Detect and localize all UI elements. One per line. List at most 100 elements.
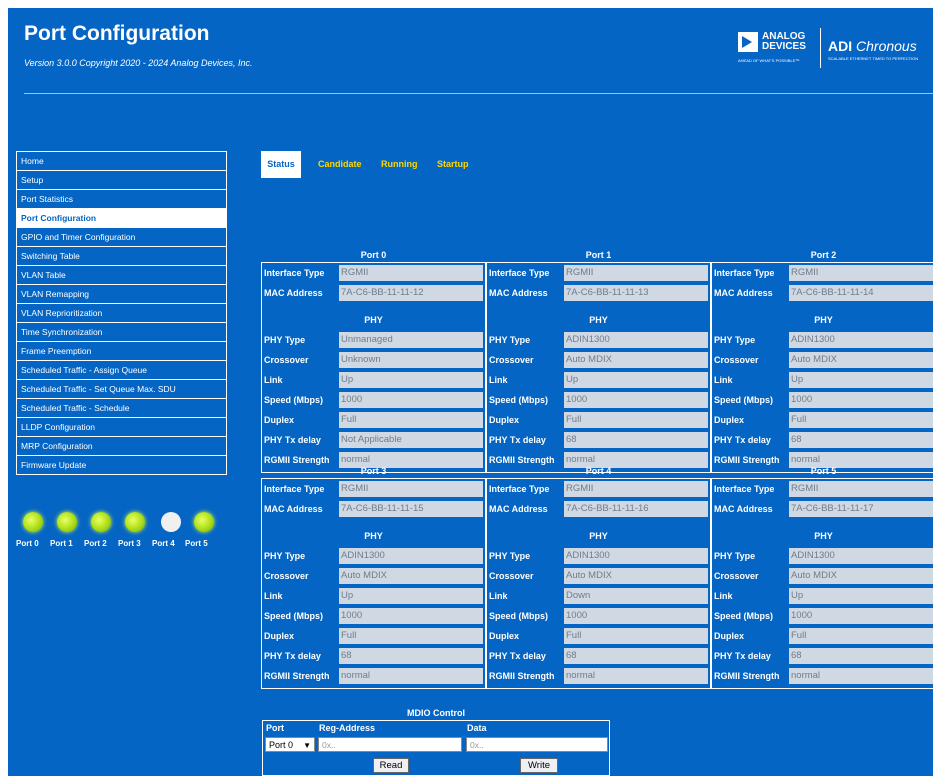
mac-address-value: 7A-C6-BB-11-11-17: [789, 501, 933, 517]
link-value: Up: [789, 588, 933, 604]
phy-tx-delay-row: PHY Tx delay 68: [713, 431, 933, 449]
sidebar-item-firmware-update[interactable]: Firmware Update: [17, 456, 226, 474]
port-5-panel: Port 5 Interface Type RGMII MAC Address 7A-C…: [711, 464, 933, 689]
port-led-3: [125, 512, 145, 532]
link-row: Link Up: [488, 371, 709, 389]
duplex-value: Full: [789, 412, 933, 428]
logo-chronous-brand: ADI: [828, 38, 853, 54]
phy-tx-delay-value: Not Applicable: [339, 432, 483, 448]
sidebar-item-scheduled-traffic-set-queue-max-sdu[interactable]: Scheduled Traffic - Set Queue Max. SDU: [17, 380, 226, 399]
mac-address-label: MAC Address: [264, 504, 323, 514]
phy-tx-delay-label: PHY Tx delay: [489, 435, 546, 445]
phy-type-value: ADIN1300: [339, 548, 483, 564]
duplex-row: Duplex Full: [488, 627, 709, 645]
speed-row: Speed (Mbps) 1000: [713, 607, 933, 625]
tab-running[interactable]: Running: [381, 151, 421, 178]
analog-devices-logo-icon: [738, 32, 758, 52]
rgmii-strength-value: normal: [564, 668, 708, 684]
crossover-value: Auto MDIX: [789, 568, 933, 584]
speed-label: Speed (Mbps): [714, 611, 774, 621]
mdio-port-select[interactable]: Port 0 ▼: [265, 737, 315, 752]
sidebar-item-scheduled-traffic-assign-queue[interactable]: Scheduled Traffic - Assign Queue: [17, 361, 226, 380]
phy-tx-delay-label: PHY Tx delay: [264, 651, 321, 661]
interface-type-row: Interface Type RGMII: [263, 264, 484, 282]
interface-type-row: Interface Type RGMII: [263, 480, 484, 498]
link-value: Up: [339, 372, 483, 388]
sidebar-item-time-synchronization[interactable]: Time Synchronization: [17, 323, 226, 342]
phy-tx-delay-row: PHY Tx delay 68: [713, 647, 933, 665]
sidebar-item-vlan-remapping[interactable]: VLAN Remapping: [17, 285, 226, 304]
mac-address-row: MAC Address 7A-C6-BB-11-11-14: [713, 284, 933, 302]
rgmii-strength-row: RGMII Strength normal: [488, 667, 709, 685]
port-title: Port 2: [810, 250, 837, 260]
crossover-row: Crossover Auto MDIX: [488, 567, 709, 585]
phy-type-value: ADIN1300: [564, 332, 708, 348]
mdio-read-button[interactable]: Read: [373, 758, 409, 773]
sidebar-item-gpio-and-timer-configuration[interactable]: GPIO and Timer Configuration: [17, 228, 226, 247]
link-label: Link: [489, 375, 508, 385]
interface-type-label: Interface Type: [714, 484, 775, 494]
mdio-reg-address-input[interactable]: 0x..: [318, 737, 462, 752]
crossover-label: Crossover: [264, 355, 309, 365]
sidebar-item-switching-table[interactable]: Switching Table: [17, 247, 226, 266]
phy-type-value: ADIN1300: [789, 548, 933, 564]
phy-tx-delay-label: PHY Tx delay: [714, 435, 771, 445]
mdio-data-input[interactable]: 0x..: [466, 737, 608, 752]
sidebar-item-home[interactable]: Home: [17, 152, 226, 171]
duplex-label: Duplex: [489, 631, 520, 641]
phy-type-label: PHY Type: [714, 551, 756, 561]
crossover-label: Crossover: [714, 355, 759, 365]
port-0-panel: Port 0 Interface Type RGMII MAC Address 7A-C…: [261, 248, 486, 473]
link-row: Link Up: [263, 587, 484, 605]
crossover-row: Crossover Auto MDIX: [713, 351, 933, 369]
link-value: Up: [564, 372, 708, 388]
interface-type-value: RGMII: [564, 265, 708, 281]
mdio-data-header: Data: [467, 723, 487, 733]
sidebar-item-setup[interactable]: Setup: [17, 171, 226, 190]
speed-value: 1000: [789, 392, 933, 408]
mac-address-value: 7A-C6-BB-11-11-15: [339, 501, 483, 517]
sidebar-item-vlan-reprioritization[interactable]: VLAN Reprioritization: [17, 304, 226, 323]
link-row: Link Up: [263, 371, 484, 389]
port-title: Port 3: [360, 466, 387, 476]
speed-value: 1000: [564, 608, 708, 624]
port-2-panel: Port 2 Interface Type RGMII MAC Address 7A-C…: [711, 248, 933, 473]
phy-tx-delay-value: 68: [564, 648, 708, 664]
rgmii-strength-label: RGMII Strength: [489, 671, 555, 681]
tab-candidate[interactable]: Candidate: [318, 151, 368, 178]
sidebar-item-vlan-table[interactable]: VLAN Table: [17, 266, 226, 285]
duplex-label: Duplex: [714, 415, 745, 425]
speed-value: 1000: [564, 392, 708, 408]
duplex-value: Full: [789, 628, 933, 644]
mac-address-value: 7A-C6-BB-11-11-12: [339, 285, 483, 301]
tab-status[interactable]: Status: [261, 151, 301, 178]
duplex-value: Full: [339, 628, 483, 644]
phy-tx-delay-label: PHY Tx delay: [489, 651, 546, 661]
sidebar-item-lldp-configuration[interactable]: LLDP Configuration: [17, 418, 226, 437]
crossover-label: Crossover: [264, 571, 309, 581]
sidebar-item-mrp-configuration[interactable]: MRP Configuration: [17, 437, 226, 456]
port-1-panel: Port 1 Interface Type RGMII MAC Address 7A-C…: [486, 248, 711, 473]
phy-type-label: PHY Type: [489, 551, 531, 561]
link-value: Down: [564, 588, 708, 604]
sidebar-item-frame-preemption[interactable]: Frame Preemption: [17, 342, 226, 361]
interface-type-value: RGMII: [789, 481, 933, 497]
port-led-label-2: Port 2: [84, 539, 107, 548]
sidebar-item-port-configuration[interactable]: Port Configuration: [17, 209, 226, 228]
crossover-value: Auto MDIX: [564, 352, 708, 368]
sidebar-item-scheduled-traffic-schedule[interactable]: Scheduled Traffic - Schedule: [17, 399, 226, 418]
port-led-label-1: Port 1: [50, 539, 73, 548]
tab-startup[interactable]: Startup: [437, 151, 471, 178]
crossover-row: Crossover Unknown: [263, 351, 484, 369]
mac-address-label: MAC Address: [714, 288, 773, 298]
phy-type-row: PHY Type ADIN1300: [263, 547, 484, 565]
interface-type-label: Interface Type: [489, 484, 550, 494]
rgmii-strength-value: normal: [789, 668, 933, 684]
rgmii-strength-row: RGMII Strength normal: [263, 667, 484, 685]
phy-heading: PHY: [364, 315, 383, 325]
port-3-panel: Port 3 Interface Type RGMII MAC Address 7A-C…: [261, 464, 486, 689]
sidebar-item-port-statistics[interactable]: Port Statistics: [17, 190, 226, 209]
mdio-write-button[interactable]: Write: [520, 758, 558, 773]
phy-type-label: PHY Type: [489, 335, 531, 345]
logo-chronous-tagline: SCALABLE ETHERNET TIMED TO PERFECTION: [828, 56, 919, 61]
